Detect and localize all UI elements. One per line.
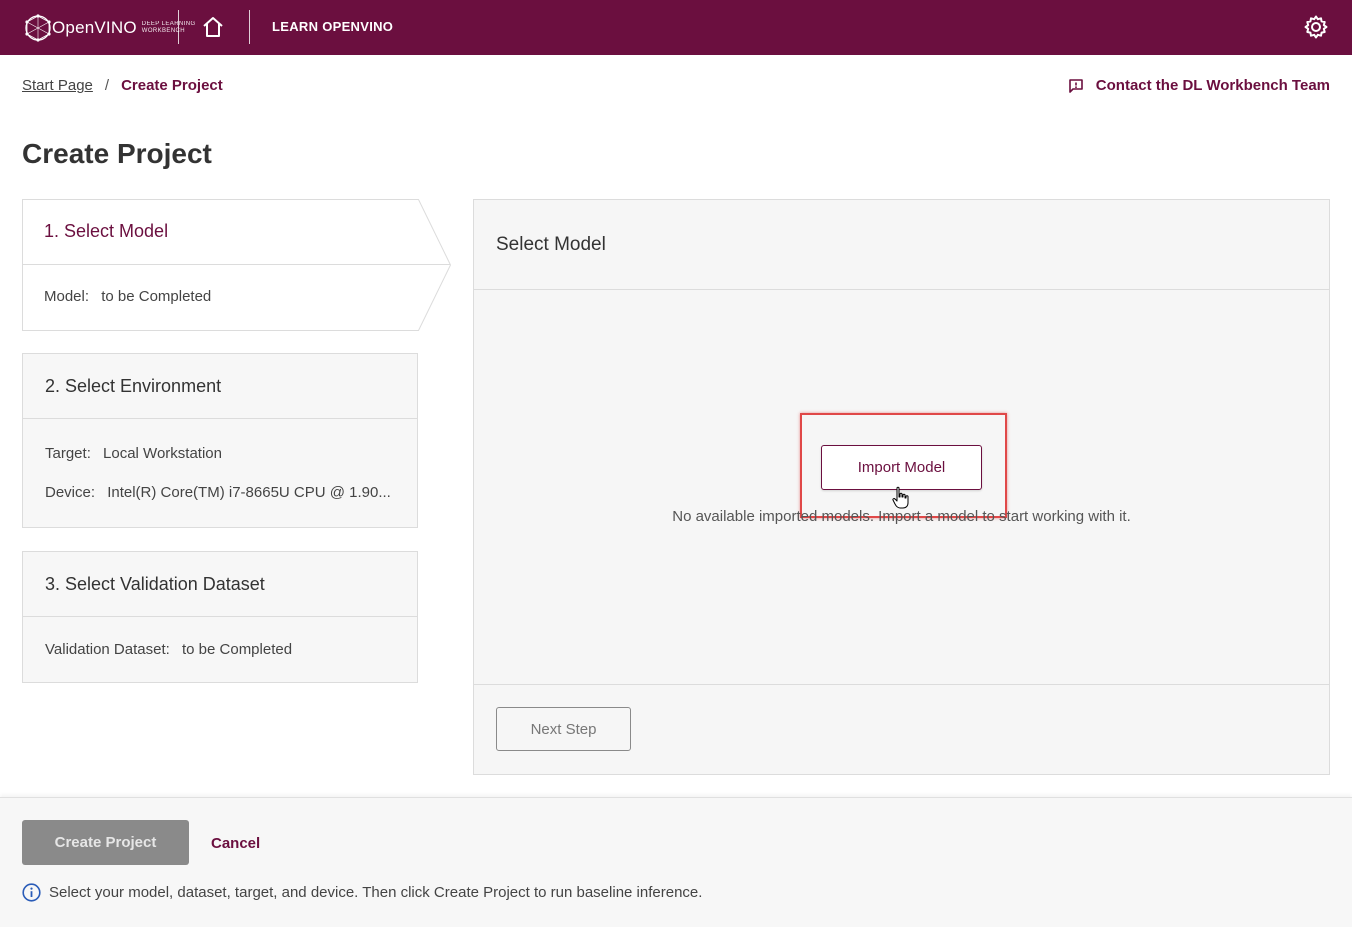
page-title: Create Project [22,138,212,169]
panel-footer: Next Step [474,684,1329,774]
step-row-model: Model: to be Completed [22,288,211,305]
hint-message: Select your model, dataset, target, and … [22,883,702,902]
home-icon[interactable] [200,14,226,40]
contact-team-label: Contact the DL Workbench Team [1095,77,1330,94]
step-row-label: Model: [44,288,90,305]
step-select-dataset[interactable]: 3. Select Validation Dataset Validation … [22,551,418,683]
logo-subtitle-line-2: WORKBENCH [141,28,186,34]
header-divider [249,10,250,44]
step-row-label: Target: [45,445,91,462]
learn-openvino-link[interactable]: LEARN OPENVINO [272,19,393,34]
header-divider [178,10,179,44]
step-row-value: Intel(R) Core(TM) i7-8665U CPU @ 1.90... [107,484,391,501]
logo-subtitle: DEEP LEARNING WORKBENCH [142,21,196,35]
step-select-environment[interactable]: 2. Select Environment Target: Local Work… [22,353,418,528]
step-row-label: Device: [45,484,96,501]
breadcrumb-current: Create Project [121,77,223,94]
contact-team-link[interactable]: Contact the DL Workbench Team [1068,77,1330,94]
logo-text: OpenVINO [52,18,137,37]
gear-icon[interactable] [1303,14,1329,40]
step-row-value: to be Completed [101,288,212,305]
info-icon [22,883,41,902]
top-navigation-bar: OpenVINO DEEP LEARNING WORKBENCH LEARN O… [0,0,1352,55]
breadcrumb: Start Page / Create Project [22,77,223,94]
step-title: 3. Select Validation Dataset [23,552,417,617]
hint-text: Select your model, dataset, target, and … [49,884,703,901]
select-model-panel: Select Model Import Model No available i… [473,199,1330,775]
step-title: 2. Select Environment [23,354,417,419]
openvino-logo[interactable]: OpenVINO DEEP LEARNING WORKBENCH [22,8,196,48]
cancel-button[interactable]: Cancel [211,835,260,852]
feedback-icon [1068,78,1083,93]
openvino-logo-icon [25,14,51,42]
step-title: 1. Select Model [44,221,169,241]
create-project-button[interactable]: Create Project [22,820,189,865]
step-row-label: Validation Dataset: [45,641,170,658]
import-model-button[interactable]: Import Model [821,445,982,490]
bottom-action-bar: Create Project Cancel Select your model,… [0,797,1352,927]
next-step-button[interactable]: Next Step [496,707,631,751]
step-row-value: to be Completed [181,641,293,658]
step-select-model[interactable]: 1. Select Model Model: to be Completed [22,199,452,331]
hand-cursor-icon [892,486,909,509]
logo-subtitle-line-1: DEEP LEARNING [141,21,196,27]
step-row-value: Local Workstation [103,445,222,462]
step-row-target: Target: Local Workstation [23,445,417,462]
step-row-dataset: Validation Dataset: to be Completed [23,641,417,658]
breadcrumb-start-page[interactable]: Start Page [22,77,93,94]
empty-models-message: No available imported models. Import a m… [672,508,1131,525]
step-row-device: Device: Intel(R) Core(TM) i7-8665U CPU @… [23,484,417,501]
breadcrumb-separator: / [104,77,110,94]
panel-title: Select Model [474,200,1329,290]
